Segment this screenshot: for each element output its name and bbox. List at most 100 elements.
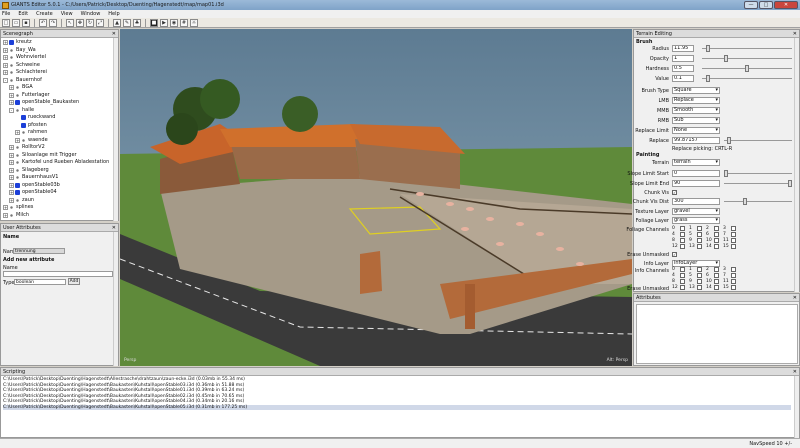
light-icon[interactable]: ☼ xyxy=(190,18,198,27)
tree-node[interactable]: + BGA xyxy=(9,84,33,91)
menu-edit[interactable]: Edit xyxy=(18,11,28,17)
add-attribute-button[interactable]: Add xyxy=(68,278,80,285)
slope-limit-start-slider[interactable] xyxy=(724,170,792,177)
radius-slider[interactable] xyxy=(702,45,792,52)
tree-node[interactable]: - Bauernhof xyxy=(3,77,42,84)
expand-icon[interactable]: + xyxy=(9,92,14,98)
foliage-channel-checkbox[interactable] xyxy=(731,244,736,249)
opacity-input[interactable]: 1 xyxy=(672,55,694,62)
scale-tool-icon[interactable]: ⤢ xyxy=(96,18,104,27)
texture-layer-select[interactable]: gravel xyxy=(672,208,720,215)
attributes-content[interactable] xyxy=(636,304,798,364)
slope-limit-start-input[interactable]: 0 xyxy=(672,170,720,177)
foliage-channel-checkbox[interactable] xyxy=(731,226,736,231)
tree-node[interactable]: + Schweine xyxy=(3,62,40,69)
info-channel-checkbox[interactable] xyxy=(731,285,736,290)
attributes-close-icon[interactable]: ✕ xyxy=(793,294,797,302)
brush-type-select[interactable]: Square xyxy=(672,87,720,94)
slope-limit-end-slider[interactable] xyxy=(724,180,792,187)
slope-limit-start-slider-knob[interactable] xyxy=(724,170,728,177)
collapse-icon[interactable]: - xyxy=(9,107,14,113)
value-input[interactable]: 0.1 xyxy=(672,75,694,82)
terrain-editing-scrollbar[interactable] xyxy=(794,38,799,292)
expand-icon[interactable]: + xyxy=(9,167,14,173)
menu-file[interactable]: File xyxy=(2,11,10,17)
expand-icon[interactable]: + xyxy=(3,70,8,75)
expand-icon[interactable]: + xyxy=(9,197,14,203)
expand-icon[interactable]: + xyxy=(9,175,14,180)
lmb-select[interactable]: Replace xyxy=(672,97,720,104)
move-tool-icon[interactable]: ✥ xyxy=(76,18,84,27)
menu-help[interactable]: Help xyxy=(108,11,119,17)
terrain-editing-close-icon[interactable]: ✕ xyxy=(793,30,797,38)
select-tool-icon[interactable]: ↖ xyxy=(66,18,74,27)
undo-icon[interactable]: ↶ xyxy=(39,18,47,27)
save-icon[interactable]: ▪ xyxy=(22,18,30,27)
foliage-channel-checkbox[interactable] xyxy=(697,238,702,243)
new-file-icon[interactable]: □ xyxy=(2,18,10,27)
collapse-icon[interactable]: - xyxy=(3,77,8,83)
foliage-layer-select[interactable]: grass xyxy=(672,217,720,224)
scripting-scrollbar[interactable] xyxy=(794,376,799,438)
replace-input[interactable]: 99.87157 xyxy=(672,137,720,144)
expand-icon[interactable]: + xyxy=(3,205,8,210)
menu-view[interactable]: View xyxy=(61,11,73,17)
foliage-channel-checkbox[interactable] xyxy=(714,244,719,249)
grid-icon[interactable]: # xyxy=(180,18,188,27)
radius-slider-knob[interactable] xyxy=(706,45,711,52)
tree-node[interactable]: + splines xyxy=(3,204,33,211)
opacity-slider[interactable] xyxy=(702,55,792,62)
info-channel-checkbox[interactable] xyxy=(731,267,736,272)
info-channel-checkbox[interactable] xyxy=(697,285,702,290)
user-attributes-close-icon[interactable]: ✕ xyxy=(112,224,116,232)
info-channel-checkbox[interactable] xyxy=(714,285,719,290)
tree-node[interactable]: + openStable03b xyxy=(9,182,60,189)
expand-icon[interactable]: + xyxy=(15,130,20,135)
info-channel-checkbox[interactable] xyxy=(731,273,736,278)
tree-node[interactable]: + Bay_Wa xyxy=(3,47,36,54)
tree-node[interactable]: - halle xyxy=(9,107,34,114)
info-channel-checkbox[interactable] xyxy=(697,267,702,272)
tree-node[interactable]: + openStable04 xyxy=(9,189,57,196)
terrain-tool-icon[interactable]: ▲ xyxy=(113,18,121,27)
expand-icon[interactable]: + xyxy=(3,55,8,60)
value-slider-knob[interactable] xyxy=(706,75,711,82)
mmb-select[interactable]: Smooth xyxy=(672,107,720,114)
minimize-button[interactable]: — xyxy=(744,1,758,9)
info-channel-checkbox[interactable] xyxy=(680,279,685,284)
info-channel-checkbox[interactable] xyxy=(697,279,702,284)
new-attribute-name-input[interactable] xyxy=(3,271,113,277)
radius-input[interactable]: 11.95 xyxy=(672,45,694,52)
expand-icon[interactable]: + xyxy=(3,47,8,53)
name-value-field[interactable]: trennung xyxy=(13,248,65,254)
expand-icon[interactable]: + xyxy=(9,145,14,150)
redo-icon[interactable]: ↷ xyxy=(49,18,57,27)
opacity-slider-knob[interactable] xyxy=(723,55,728,62)
info-layer-select[interactable]: infoLayer xyxy=(672,260,720,267)
chunk-vis-checkbox[interactable]: ✓ xyxy=(672,190,677,195)
expand-icon[interactable]: + xyxy=(3,40,8,45)
info-channel-checkbox[interactable] xyxy=(731,279,736,284)
menu-create[interactable]: Create xyxy=(36,11,53,17)
scenegraph-scrollbar[interactable] xyxy=(113,38,118,221)
value-slider[interactable] xyxy=(702,75,792,82)
expand-icon[interactable]: + xyxy=(9,85,14,90)
replace-slider[interactable] xyxy=(724,137,792,144)
expand-icon[interactable]: + xyxy=(9,152,14,158)
foliage-channel-checkbox[interactable] xyxy=(714,238,719,243)
foliage-channel-checkbox[interactable] xyxy=(680,238,685,243)
info-channel-checkbox[interactable] xyxy=(714,273,719,278)
terrain-select[interactable]: terrain xyxy=(672,159,720,166)
tree-node[interactable]: + waende xyxy=(15,137,48,144)
info-channel-checkbox[interactable] xyxy=(714,279,719,284)
tree-node[interactable]: + openStable_Baukasten xyxy=(9,99,79,106)
chunk-vis-dist-slider[interactable] xyxy=(724,198,792,205)
foliage-channel-checkbox[interactable] xyxy=(697,232,702,237)
expand-icon[interactable]: + xyxy=(9,190,14,195)
foliage-channel-checkbox[interactable] xyxy=(731,232,736,237)
type-select[interactable]: boolean xyxy=(14,279,66,285)
close-button[interactable]: ✕ xyxy=(774,1,798,9)
stop-icon[interactable]: ■ xyxy=(150,18,158,27)
paint-tool-icon[interactable]: ✎ xyxy=(123,18,131,27)
foliage-channel-checkbox[interactable] xyxy=(697,226,702,231)
